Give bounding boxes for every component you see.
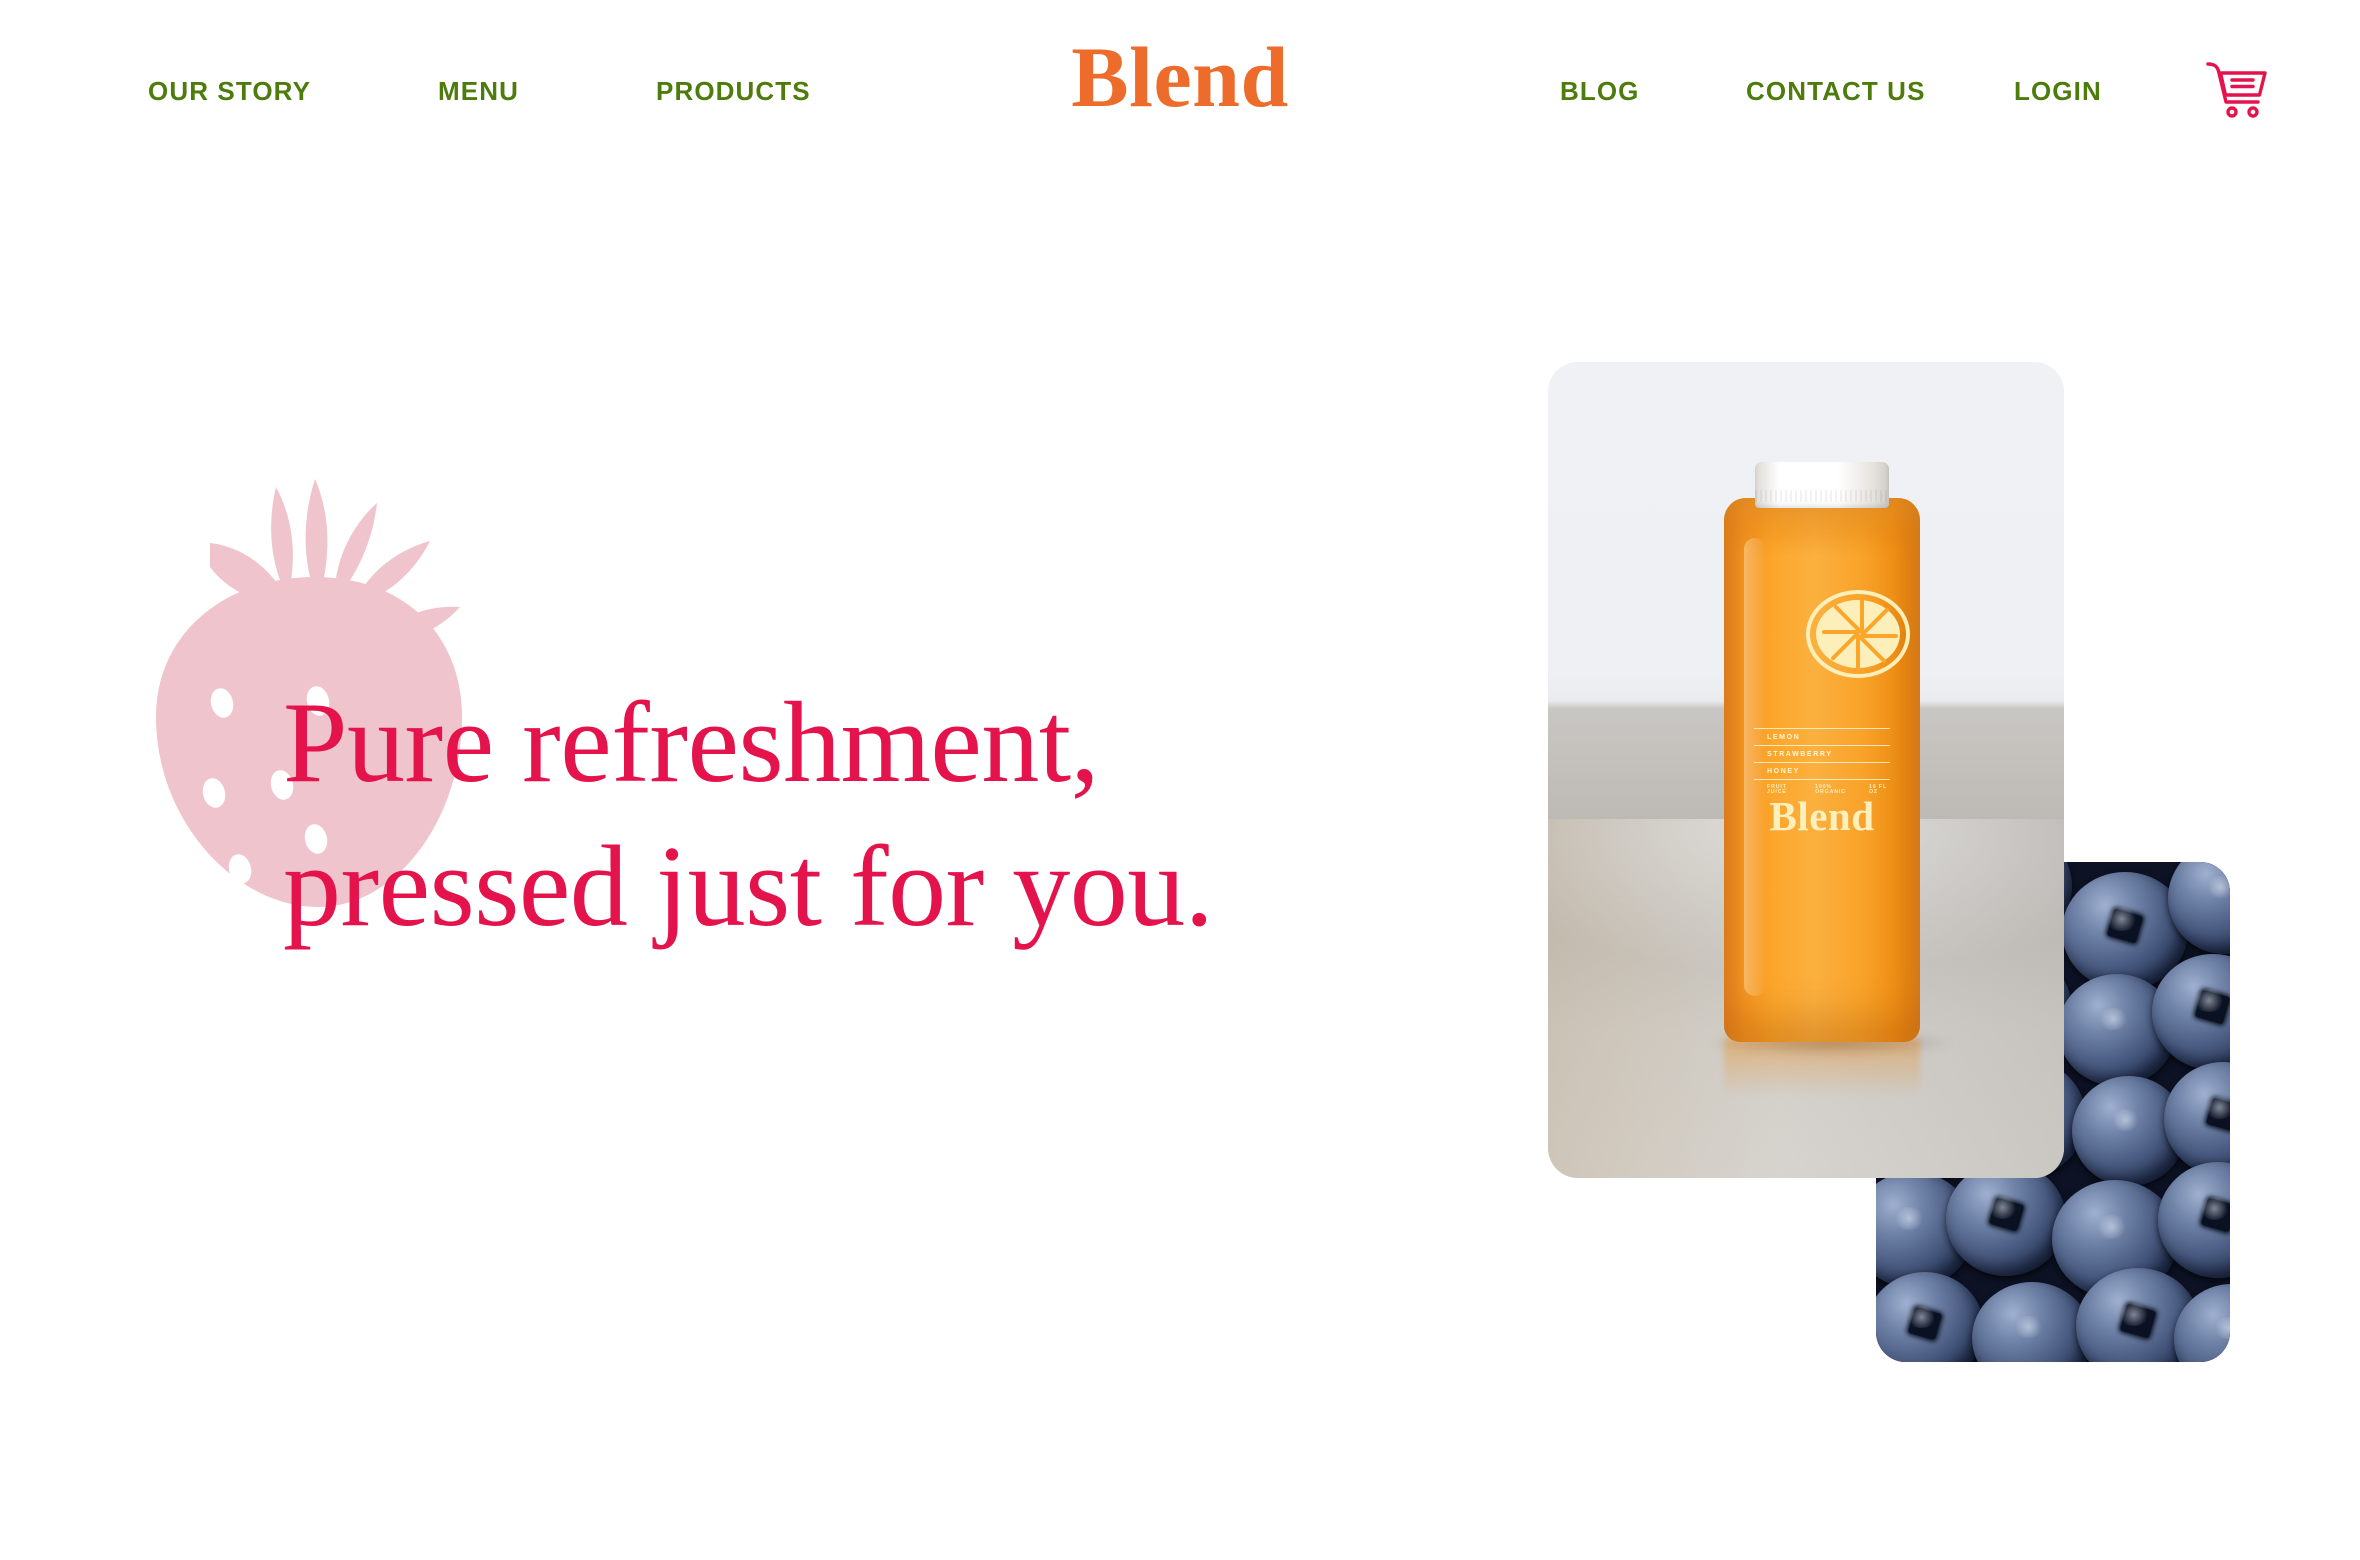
- hero-headline: Pure refreshment, pressed just for you.: [283, 672, 1383, 960]
- lemon-slice-icon: [1806, 590, 1910, 678]
- shopping-cart-icon: [2206, 62, 2267, 118]
- bottle-ingredient-list: LEMON STRAWBERRY HONEY FRUIT JUICE 100% …: [1754, 728, 1890, 795]
- juice-bottle: LEMON STRAWBERRY HONEY FRUIT JUICE 100% …: [1724, 462, 1920, 1042]
- bottle-wordmark: Blend: [1769, 793, 1875, 839]
- cart-button[interactable]: [2205, 60, 2267, 118]
- hero-left: Pure refreshment, pressed just for you.: [0, 0, 1400, 1560]
- nav-slot-blog: BLOG: [1560, 78, 1746, 105]
- bottle-ingredient-lemon: LEMON: [1767, 734, 1801, 741]
- bottle-cap: [1755, 462, 1889, 508]
- page-root: OUR STORY MENU PRODUCTS Blend BLOG CONTA…: [0, 0, 2360, 1560]
- hero-headline-line-2: pressed just for you.: [283, 822, 1214, 951]
- primary-nav-right: BLOG CONTACT US LOGIN: [1560, 78, 2214, 105]
- nav-item-contact-us[interactable]: CONTACT US: [1746, 76, 1926, 106]
- nav-slot-login: LOGIN: [2014, 78, 2214, 105]
- hero-headline-line-1: Pure refreshment,: [283, 679, 1100, 807]
- bottle-ingredient-strawberry: STRAWBERRY: [1767, 751, 1833, 758]
- bottle-reflection: [1724, 1038, 1920, 1108]
- bottle-ingredient-honey: HONEY: [1767, 768, 1800, 775]
- nav-item-blog[interactable]: BLOG: [1560, 76, 1640, 106]
- nav-slot-contact-us: CONTACT US: [1746, 78, 2014, 105]
- nav-item-login[interactable]: LOGIN: [2014, 76, 2102, 106]
- bottle-photo-card[interactable]: LEMON STRAWBERRY HONEY FRUIT JUICE 100% …: [1548, 362, 2064, 1178]
